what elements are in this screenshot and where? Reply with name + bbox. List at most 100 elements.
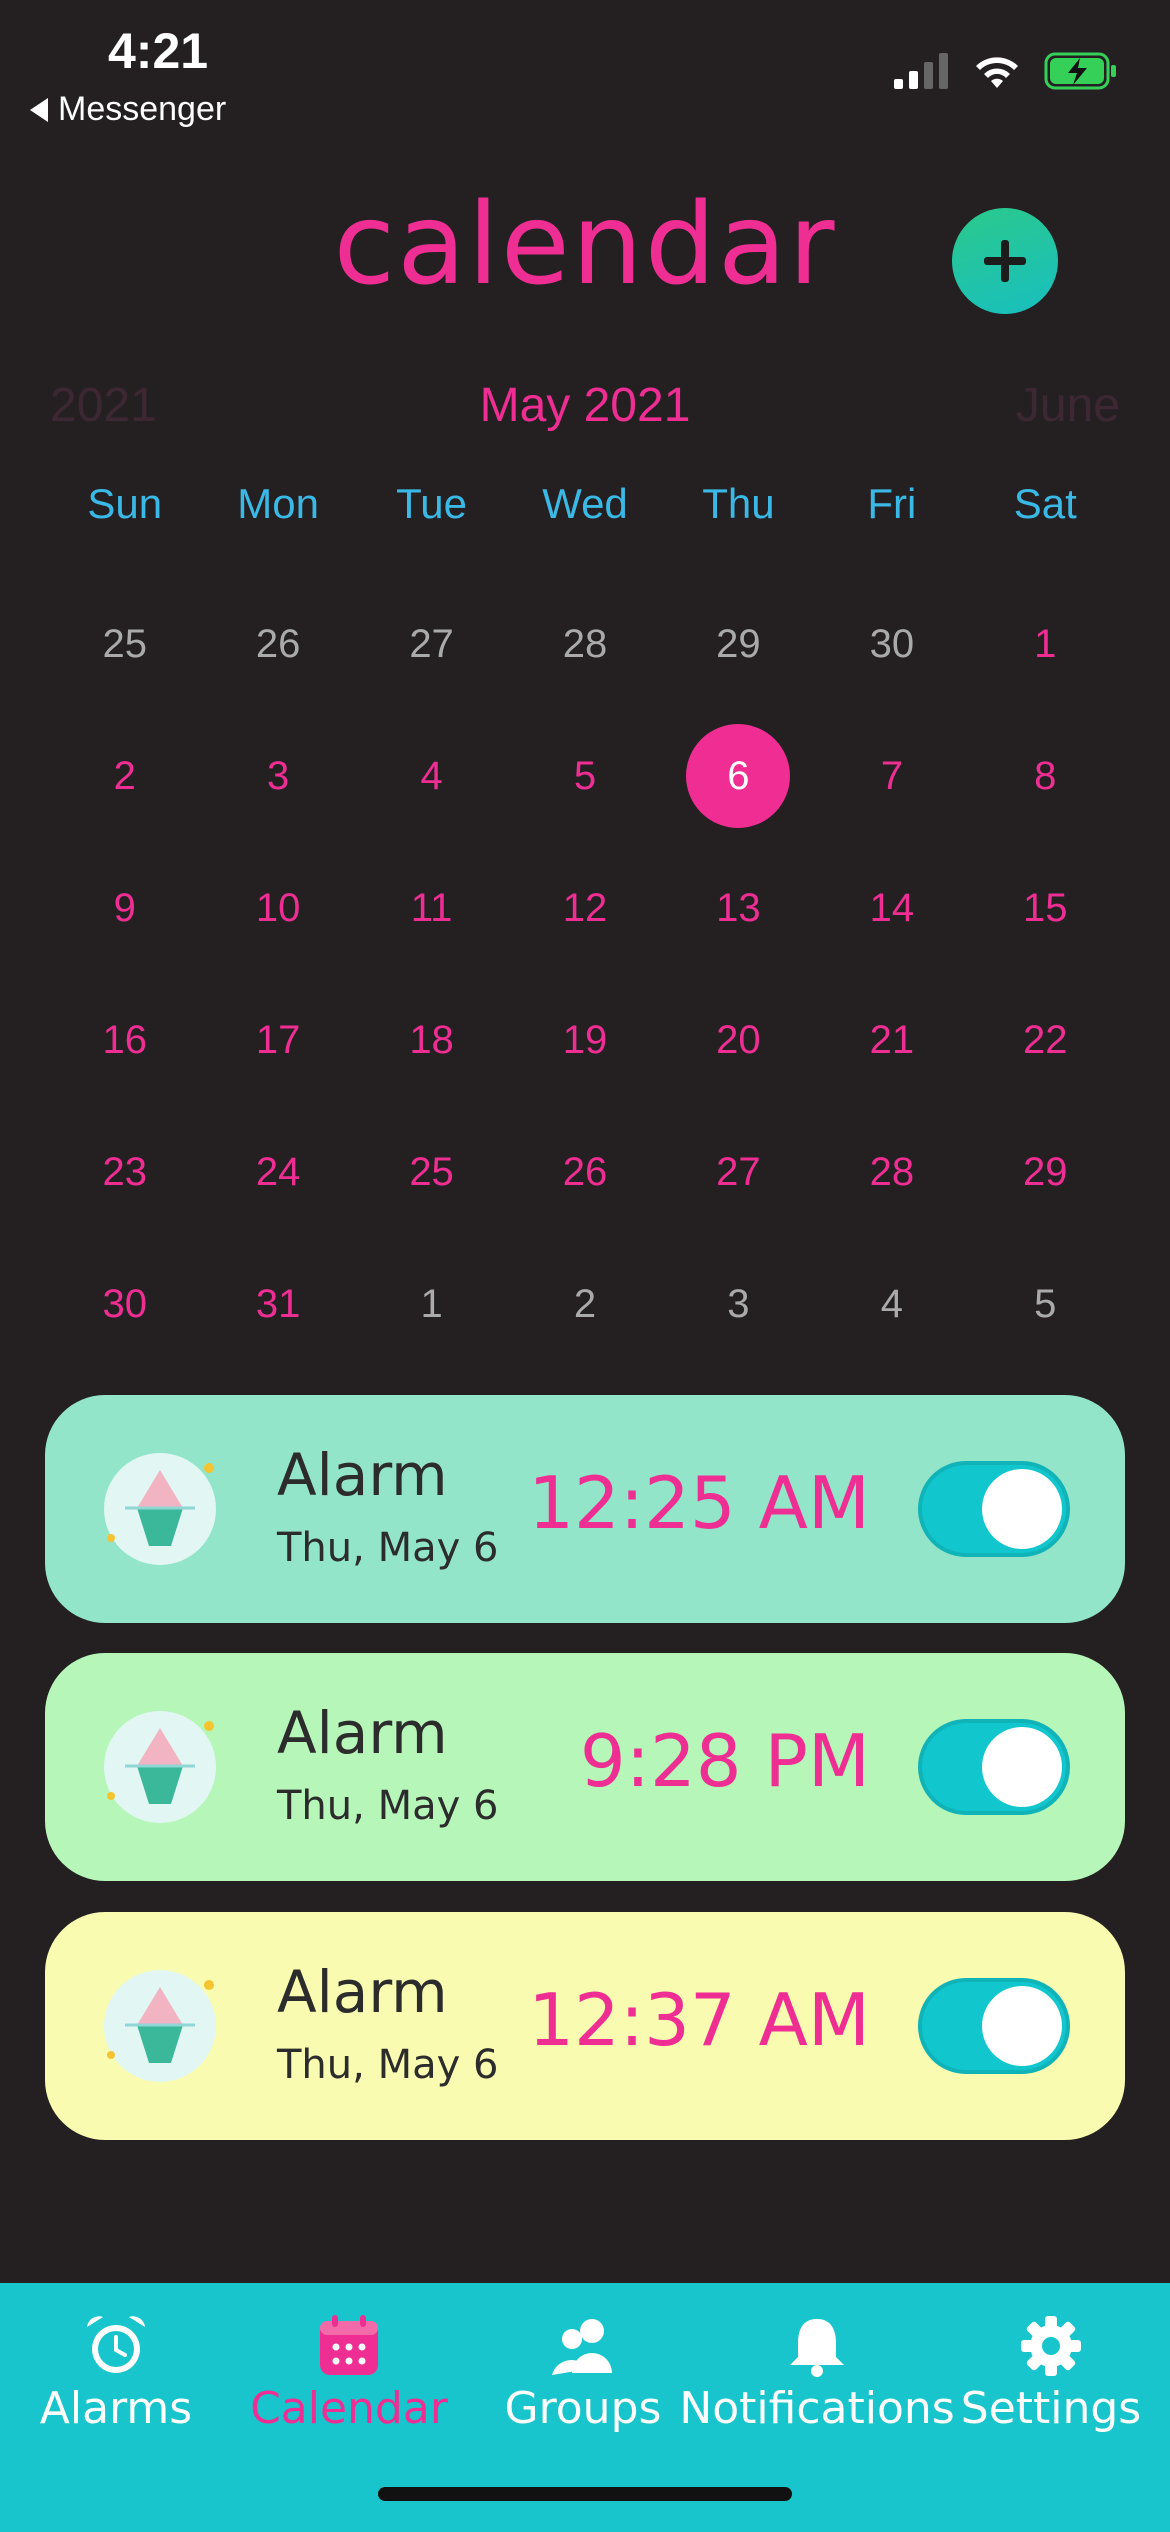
calendar-day[interactable]: 12	[508, 842, 661, 974]
calendar-day-label: 3	[727, 1281, 750, 1326]
back-to-messenger-link[interactable]: Messenger	[30, 90, 226, 129]
calendar-day[interactable]: 13	[662, 842, 815, 974]
add-event-button[interactable]	[952, 208, 1058, 314]
calendar-day[interactable]: 27	[662, 1106, 815, 1238]
calendar-day-label: 6	[686, 724, 791, 828]
calendar-day-label: 1	[420, 1281, 443, 1326]
calendar-day[interactable]: 20	[662, 974, 815, 1106]
calendar-day[interactable]: 1	[969, 578, 1122, 710]
calendar-day[interactable]: 30	[48, 1238, 201, 1370]
calendar-day-label: 8	[1034, 753, 1057, 798]
alarm-toggle[interactable]	[918, 1719, 1070, 1815]
tab-label: Notifications	[679, 2383, 955, 2434]
calendar-day[interactable]: 31	[201, 1238, 354, 1370]
calendar-day-selected[interactable]: 6	[662, 710, 815, 842]
calendar-day[interactable]: 18	[355, 974, 508, 1106]
calendar-day-label: 2	[113, 753, 136, 798]
tab-calendar[interactable]: Calendar	[234, 2313, 464, 2434]
current-month: May 2021	[479, 379, 691, 432]
calendar-day[interactable]: 4	[815, 1238, 968, 1370]
iceberg-icon	[104, 1453, 216, 1565]
back-arrow-icon	[30, 97, 48, 122]
tab-label: Calendar	[250, 2383, 448, 2434]
calendar-day-label: 11	[410, 885, 453, 930]
calendar-day-label: 25	[102, 621, 147, 666]
alarm-card[interactable]: Alarm Thu, May 6 12:25 AM	[45, 1395, 1125, 1623]
calendar-day[interactable]: 24	[201, 1106, 354, 1238]
calendar-day[interactable]: 3	[662, 1238, 815, 1370]
calendar-day[interactable]: 28	[815, 1106, 968, 1238]
calendar-day[interactable]: 22	[969, 974, 1122, 1106]
weekday-label: Tue	[396, 480, 467, 527]
calendar-day-label: 15	[1023, 885, 1068, 930]
alarm-date: Thu, May 6	[277, 2042, 499, 2088]
calendar-day[interactable]: 26	[508, 1106, 661, 1238]
tab-notifications[interactable]: Notifications	[679, 2313, 955, 2434]
calendar-day[interactable]: 7	[815, 710, 968, 842]
back-link-label: Messenger	[58, 90, 227, 128]
weekday-label: Sat	[1013, 480, 1077, 527]
next-month[interactable]: June	[1016, 378, 1120, 433]
calendar-day[interactable]: 5	[508, 710, 661, 842]
calendar-day-label: 14	[869, 885, 915, 930]
calendar-day[interactable]: 21	[815, 974, 968, 1106]
wifi-icon	[976, 57, 1018, 88]
calendar-day[interactable]: 29	[969, 1106, 1122, 1238]
calendar-day[interactable]: 25	[48, 578, 201, 710]
status-icons	[894, 52, 1118, 90]
calendar-day-label: 13	[716, 885, 761, 930]
calendar-day[interactable]: 1	[355, 1238, 508, 1370]
tab-groups[interactable]: Groups	[468, 2313, 698, 2434]
calendar-day[interactable]: 17	[201, 974, 354, 1106]
calendar-day[interactable]: 29	[662, 578, 815, 710]
calendar-day[interactable]: 10	[201, 842, 354, 974]
calendar-day[interactable]: 26	[201, 578, 354, 710]
calendar-day[interactable]: 19	[508, 974, 661, 1106]
home-indicator	[378, 2487, 792, 2501]
calendar-day[interactable]: 8	[969, 710, 1122, 842]
alarm-toggle[interactable]	[918, 1461, 1070, 1557]
calendar-day[interactable]: 16	[48, 974, 201, 1106]
calendar-day[interactable]: 23	[48, 1106, 201, 1238]
calendar-day[interactable]: 9	[48, 842, 201, 974]
groups-icon	[552, 2319, 612, 2375]
plus-icon	[984, 240, 1026, 282]
calendar-day-label: 29	[1023, 1149, 1068, 1194]
calendar-day-label: 28	[869, 1149, 915, 1194]
calendar-day[interactable]: 14	[815, 842, 968, 974]
calendar-day[interactable]: 3	[201, 710, 354, 842]
alarm-clock-icon	[87, 2316, 145, 2373]
calendar-day-label: 25	[409, 1149, 454, 1194]
alarm-card[interactable]: Alarm Thu, May 6 9:28 PM	[45, 1653, 1125, 1881]
tab-alarms[interactable]: Alarms	[1, 2313, 231, 2434]
calendar-day[interactable]: 30	[815, 578, 968, 710]
alarm-time: 12:25 AM	[528, 1461, 870, 1545]
alarm-toggle[interactable]	[918, 1978, 1070, 2074]
tab-settings[interactable]: Settings	[936, 2313, 1166, 2434]
calendar-day[interactable]: 5	[969, 1238, 1122, 1370]
bell-icon	[790, 2319, 844, 2377]
month-navigation: 2021 May 2021 June	[0, 378, 1170, 438]
calendar-day[interactable]: 2	[508, 1238, 661, 1370]
iceberg-icon	[104, 1711, 216, 1823]
calendar-day-label: 22	[1023, 1017, 1068, 1062]
calendar-day[interactable]: 2	[48, 710, 201, 842]
calendar-day-label: 1	[1034, 621, 1057, 666]
calendar-day[interactable]: 11	[355, 842, 508, 974]
calendar-day[interactable]: 27	[355, 578, 508, 710]
tab-label: Alarms	[39, 2383, 193, 2434]
calendar-day-label: 26	[255, 621, 301, 666]
weekday-label: Thu	[702, 480, 775, 527]
iceberg-icon	[104, 1970, 216, 2082]
calendar-day-label: 26	[562, 1149, 608, 1194]
gear-icon	[1021, 2316, 1081, 2376]
calendar-day-label: 27	[716, 1149, 761, 1194]
calendar-day[interactable]: 28	[508, 578, 661, 710]
tab-label: Settings	[960, 2383, 1142, 2434]
alarm-title: Alarm	[277, 1958, 448, 2026]
calendar-day[interactable]: 4	[355, 710, 508, 842]
alarm-card[interactable]: Alarm Thu, May 6 12:37 AM	[45, 1912, 1125, 2140]
calendar-day[interactable]: 15	[969, 842, 1122, 974]
calendar-day-label: 18	[409, 1017, 454, 1062]
calendar-day[interactable]: 25	[355, 1106, 508, 1238]
